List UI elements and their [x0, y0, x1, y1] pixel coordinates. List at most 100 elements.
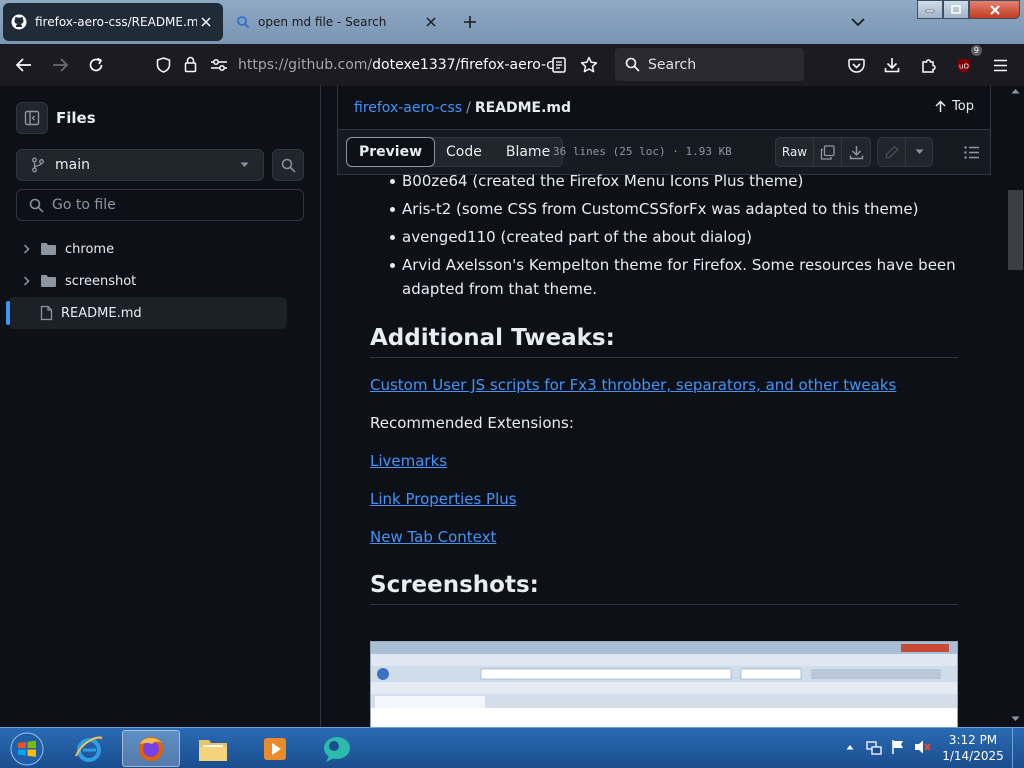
bookmark-star-icon[interactable]: [580, 56, 598, 74]
folder-icon: [197, 735, 229, 763]
chevron-right-icon[interactable]: [18, 244, 34, 254]
scroll-up-icon[interactable]: [1011, 88, 1020, 94]
git-branch-icon: [31, 157, 45, 173]
network-icon[interactable]: [866, 740, 882, 756]
action-center-flag-icon[interactable]: [890, 739, 906, 755]
permissions-icon[interactable]: [210, 58, 228, 72]
edit-dropdown-button[interactable]: [906, 138, 932, 166]
top-label: Top: [952, 99, 974, 114]
url-bar[interactable]: https://github.com/dotexe1337/firefox-ae…: [148, 49, 608, 81]
credits-list: B00ze64 (created the Firefox Menu Icons …: [370, 169, 958, 301]
tab-search[interactable]: open md file - Search: [228, 3, 448, 41]
link-custom-scripts[interactable]: Custom User JS scripts for Fx3 throbber,…: [370, 376, 896, 394]
close-window-button[interactable]: [969, 0, 1020, 19]
search-files-button[interactable]: [272, 149, 304, 181]
chevron-down-icon[interactable]: [846, 10, 870, 34]
search-icon: [29, 198, 44, 213]
lock-icon[interactable]: [184, 56, 197, 73]
taskbar-internet-explorer[interactable]: [60, 730, 118, 767]
tab-code[interactable]: Code: [434, 138, 494, 166]
shield-icon[interactable]: [156, 57, 171, 73]
tab-preview[interactable]: Preview: [346, 137, 436, 167]
window-controls: [917, 0, 1020, 19]
taskbar-app[interactable]: [308, 730, 366, 767]
link-properties-plus[interactable]: Link Properties Plus: [370, 490, 517, 508]
screenshot-image[interactable]: [370, 641, 958, 727]
chevron-right-icon[interactable]: [18, 276, 34, 286]
extensions-icon[interactable]: [914, 51, 942, 79]
edit-button[interactable]: [878, 138, 906, 166]
clock-date: 1/14/2025: [942, 749, 1004, 763]
clock-time: 3:12 PM: [948, 733, 998, 747]
outline-button[interactable]: [958, 138, 986, 166]
media-player-icon: [261, 735, 289, 763]
chat-bubble-icon: [321, 734, 353, 764]
folder-icon: [40, 242, 57, 256]
ublock-icon[interactable]: uO 9: [950, 45, 982, 79]
tab-title: open md file - Search: [258, 15, 387, 29]
scroll-thumb[interactable]: [1008, 190, 1023, 270]
volume-muted-icon[interactable]: [914, 739, 932, 755]
back-to-top-button[interactable]: Top: [935, 99, 974, 114]
link-livemarks[interactable]: Livemarks: [370, 452, 447, 470]
files-heading: Files: [56, 109, 96, 127]
file-tree-sidebar: Files main chrome: [0, 86, 321, 727]
back-button[interactable]: [10, 51, 38, 79]
clock[interactable]: 3:12 PM 1/14/2025: [942, 732, 1004, 764]
forward-button[interactable]: [46, 51, 74, 79]
tree-item-screenshot[interactable]: screenshot: [8, 265, 287, 297]
list-item: Aris-t2 (some CSS from CustomCSSforFx wa…: [370, 197, 958, 221]
page-scrollbar[interactable]: [1007, 86, 1024, 727]
start-button[interactable]: [2, 730, 52, 767]
list-item: avenged110 (created part of the about di…: [370, 225, 958, 249]
taskbar-media-player[interactable]: [246, 730, 304, 767]
tree-item-readme[interactable]: README.md: [6, 297, 287, 329]
taskbar-file-explorer[interactable]: [184, 730, 242, 767]
go-to-file-field[interactable]: [16, 189, 304, 221]
caret-down-icon: [915, 149, 924, 155]
minimize-button[interactable]: [917, 0, 943, 19]
branch-name: main: [55, 157, 90, 173]
tab-readme[interactable]: firefox-aero-css/README.md at: [3, 3, 223, 41]
plus-icon[interactable]: [458, 10, 482, 34]
github-icon: [11, 14, 27, 30]
sidebar-panel-icon: [24, 110, 40, 126]
breadcrumb: firefox-aero-css / README.md: [354, 100, 571, 116]
menu-icon[interactable]: [986, 51, 1014, 79]
copy-raw-button[interactable]: [814, 138, 842, 166]
extension-badge: 9: [970, 45, 982, 56]
heading-additional-tweaks: Additional Tweaks:: [370, 325, 958, 358]
tree-item-chrome[interactable]: chrome: [8, 233, 287, 265]
breadcrumb-file: README.md: [474, 99, 572, 116]
url-text[interactable]: https://github.com/dotexe1337/firefox-ae…: [238, 57, 554, 73]
file-header: firefox-aero-css / README.md Top: [337, 86, 991, 130]
maximize-button[interactable]: [943, 0, 969, 19]
tab-blame[interactable]: Blame: [494, 138, 562, 166]
navigation-toolbar: https://github.com/dotexe1337/firefox-ae…: [0, 44, 1024, 86]
show-desktop-button[interactable]: [1012, 728, 1024, 768]
downloads-icon[interactable]: [878, 51, 906, 79]
scroll-down-icon[interactable]: [1011, 716, 1020, 722]
list-item: B00ze64 (created the Firefox Menu Icons …: [370, 169, 958, 193]
pocket-icon[interactable]: [842, 51, 870, 79]
list-icon: [964, 145, 980, 159]
reader-view-icon[interactable]: [552, 57, 566, 73]
branch-selector[interactable]: main: [16, 149, 264, 181]
pencil-icon: [885, 145, 899, 159]
go-to-file-input[interactable]: [52, 197, 292, 213]
collapse-sidebar-button[interactable]: [16, 102, 48, 134]
breadcrumb-repo-link[interactable]: firefox-aero-css: [354, 100, 462, 116]
search-icon: [625, 57, 640, 72]
download-raw-button[interactable]: [842, 138, 870, 166]
url-host: https://github.com/: [238, 57, 373, 73]
file-actions-group: Raw: [775, 137, 871, 167]
taskbar-firefox[interactable]: [122, 730, 180, 767]
reload-button[interactable]: [82, 51, 110, 79]
search-bar[interactable]: Search: [615, 48, 804, 81]
link-new-tab-context[interactable]: New Tab Context: [370, 528, 496, 546]
close-icon[interactable]: [422, 13, 440, 31]
close-icon[interactable]: [197, 13, 215, 31]
chevron-up-icon[interactable]: [846, 744, 854, 750]
raw-button[interactable]: Raw: [776, 138, 814, 166]
markdown-body: B00ze64 (created the Firefox Menu Icons …: [370, 172, 958, 605]
